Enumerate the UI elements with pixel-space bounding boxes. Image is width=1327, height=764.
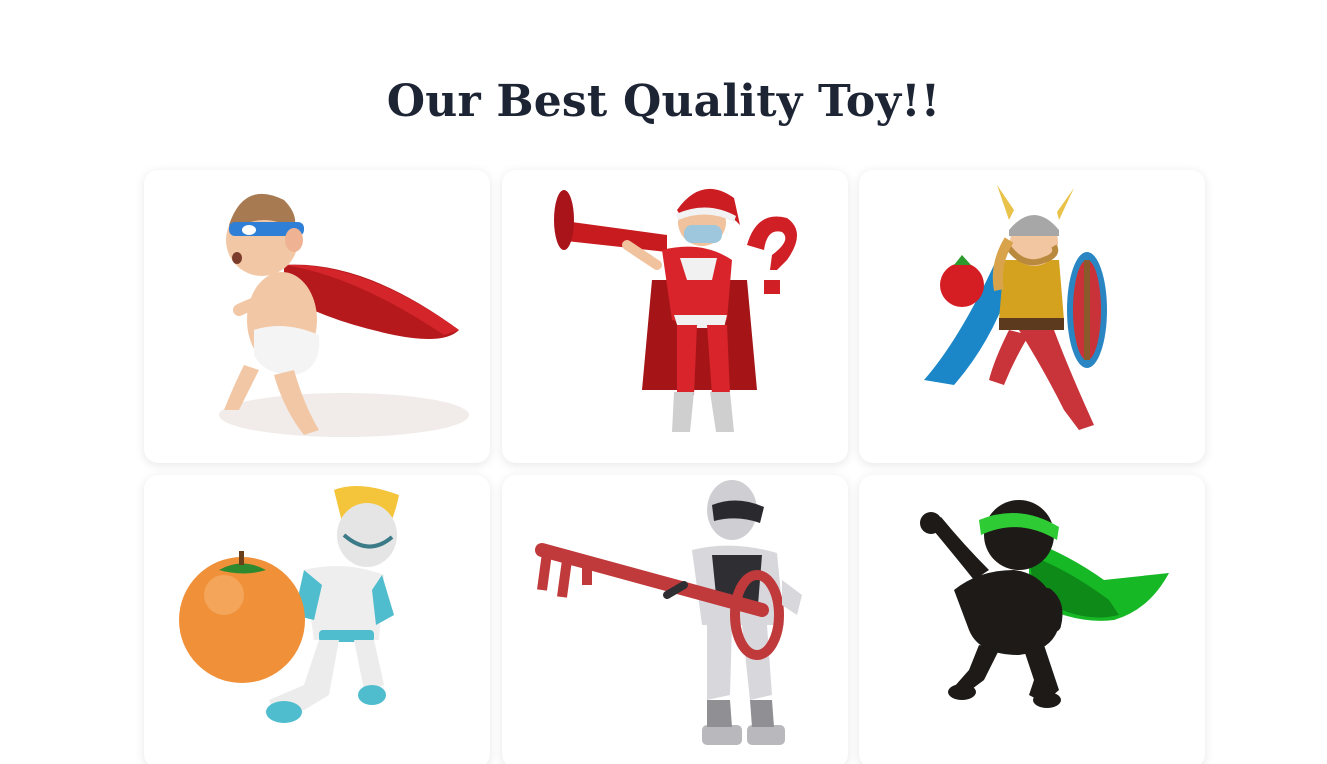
product-card-caped-baby[interactable] [144,170,490,463]
page-title: Our Best Quality Toy!! [386,76,941,127]
product-card-robot-orange[interactable] [144,475,490,764]
product-grid [144,170,1205,764]
product-card-santa-superhero[interactable] [501,170,848,463]
robot-orange-image [179,486,399,723]
product-card-viking-warrior[interactable] [859,170,1205,463]
viking-warrior-image [924,185,1107,430]
caped-baby-image [219,193,469,437]
product-card-robot-key[interactable] [501,475,848,764]
robot-key-image [534,480,802,745]
santa-superhero-image [553,188,797,432]
green-caped-hero-image [920,500,1169,708]
product-card-green-caped-hero[interactable] [859,475,1205,764]
